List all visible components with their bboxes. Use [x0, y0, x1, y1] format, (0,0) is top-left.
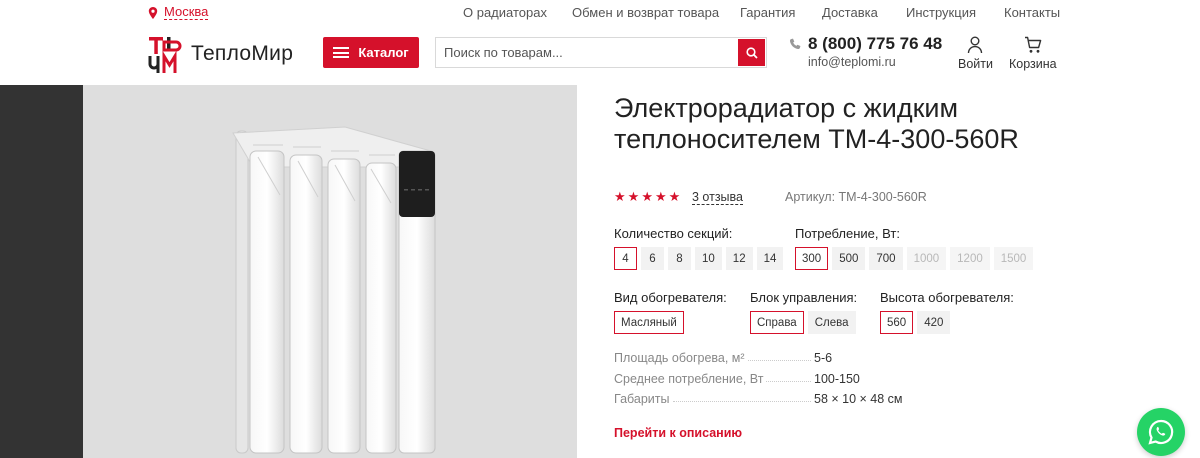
- power-options: 300 500 700 1000 1200 1500: [795, 247, 1034, 270]
- spec-row: Габариты 58 × 10 × 48 см: [614, 392, 904, 406]
- product-image[interactable]: [83, 85, 577, 458]
- spec-value: 58 × 10 × 48 см: [814, 392, 903, 406]
- spec-leader: [766, 372, 811, 382]
- height-option-420[interactable]: 420: [917, 311, 951, 334]
- gallery-side-panel: [0, 85, 83, 458]
- heater-type-label: Вид обогревателя:: [614, 290, 727, 305]
- star-icon: ★: [668, 189, 681, 204]
- whatsapp-button[interactable]: [1137, 408, 1185, 456]
- sections-label: Количество секций:: [614, 226, 733, 241]
- city-selector[interactable]: Москва: [148, 4, 209, 20]
- location-pin-icon: [148, 6, 158, 19]
- star-icon: ★: [627, 189, 640, 204]
- section-option-14[interactable]: 14: [756, 247, 784, 270]
- phone-number[interactable]: 8 (800) 775 76 48: [789, 34, 942, 54]
- spec-key: Площадь обогрева, м²: [614, 351, 745, 365]
- nav-instruction[interactable]: Инструкция: [906, 5, 976, 20]
- spec-value: 100-150: [814, 372, 860, 386]
- reviews-link[interactable]: 3 отзыва: [692, 190, 743, 205]
- power-option-300[interactable]: 300: [795, 247, 829, 270]
- spec-row: Среднее потребление, Вт 100-150: [614, 372, 904, 386]
- heater-type-options: Масляный: [614, 311, 684, 334]
- cart-button[interactable]: Корзина: [1009, 36, 1057, 71]
- nav-contacts[interactable]: Контакты: [1004, 5, 1060, 20]
- power-option-700[interactable]: 700: [869, 247, 903, 270]
- star-icon: ★: [654, 189, 667, 204]
- section-option-10[interactable]: 10: [695, 247, 722, 270]
- login-label: Войти: [958, 57, 993, 71]
- site-logo[interactable]: ТеплоМир: [147, 34, 293, 74]
- email-link[interactable]: info@teplomi.ru: [808, 55, 896, 69]
- city-label: Москва: [164, 4, 209, 20]
- height-label: Высота обогревателя:: [880, 290, 1014, 305]
- product-title: Электрорадиатор с жидким теплоносителем …: [614, 93, 1019, 154]
- catalog-label: Каталог: [358, 45, 409, 60]
- section-option-8[interactable]: 8: [668, 247, 691, 270]
- whatsapp-icon: [1148, 419, 1174, 445]
- search-button[interactable]: [738, 39, 765, 66]
- control-options: Справа Слева: [750, 311, 856, 334]
- spec-row: Площадь обогрева, м² 5-6: [614, 351, 904, 365]
- user-icon: [968, 36, 983, 54]
- spec-value: 5-6: [814, 351, 833, 365]
- heater-type-option-oil[interactable]: Масляный: [614, 311, 684, 334]
- nav-delivery[interactable]: Доставка: [822, 5, 878, 20]
- nav-warranty[interactable]: Гарантия: [740, 5, 795, 20]
- brand-name: ТеплоМир: [191, 42, 294, 65]
- nav-exchange[interactable]: Обмен и возврат товара: [572, 5, 719, 20]
- radiator-image: [232, 126, 436, 454]
- control-option-right[interactable]: Справа: [750, 311, 804, 334]
- search-input[interactable]: [436, 38, 737, 67]
- login-button[interactable]: Войти: [958, 36, 993, 71]
- power-option-1000[interactable]: 1000: [906, 247, 947, 270]
- control-option-left[interactable]: Слева: [807, 311, 856, 334]
- phone-icon: [789, 38, 801, 50]
- section-option-12[interactable]: 12: [725, 247, 753, 270]
- cart-label: Корзина: [1009, 57, 1057, 71]
- spec-leader: [747, 351, 811, 361]
- height-option-560[interactable]: 560: [880, 311, 914, 334]
- section-option-4[interactable]: 4: [614, 247, 637, 270]
- power-option-1500[interactable]: 1500: [993, 247, 1034, 270]
- spec-key: Габариты: [614, 392, 670, 406]
- spec-leader: [672, 392, 811, 402]
- rating-stars: ★ ★ ★ ★ ★: [614, 189, 680, 205]
- menu-icon: [333, 47, 350, 58]
- spec-key: Среднее потребление, Вт: [614, 372, 764, 386]
- search-icon: [745, 46, 758, 59]
- power-option-500[interactable]: 500: [832, 247, 866, 270]
- star-icon: ★: [641, 189, 653, 204]
- phone-label: 8 (800) 775 76 48: [808, 34, 943, 53]
- sections-options: 4 6 8 10 12 14: [614, 247, 784, 270]
- height-options: 560 420: [880, 311, 951, 334]
- logo-mark-icon: [148, 37, 182, 73]
- cart-icon: [1024, 36, 1042, 53]
- star-icon: ★: [614, 189, 626, 204]
- search-box: [435, 37, 767, 68]
- power-option-1200[interactable]: 1200: [950, 247, 990, 270]
- control-label: Блок управления:: [750, 290, 858, 305]
- article-number: Артикул: ТМ-4-300-560R: [785, 190, 927, 204]
- top-bar: Москва О радиаторах Обмен и возврат това…: [0, 0, 1200, 26]
- catalog-button[interactable]: Каталог: [323, 37, 419, 68]
- go-to-description-link[interactable]: Перейти к описанию: [614, 426, 742, 440]
- section-option-6[interactable]: 6: [641, 247, 664, 270]
- power-label: Потребление, Вт:: [795, 226, 900, 241]
- nav-about[interactable]: О радиаторах: [463, 5, 547, 20]
